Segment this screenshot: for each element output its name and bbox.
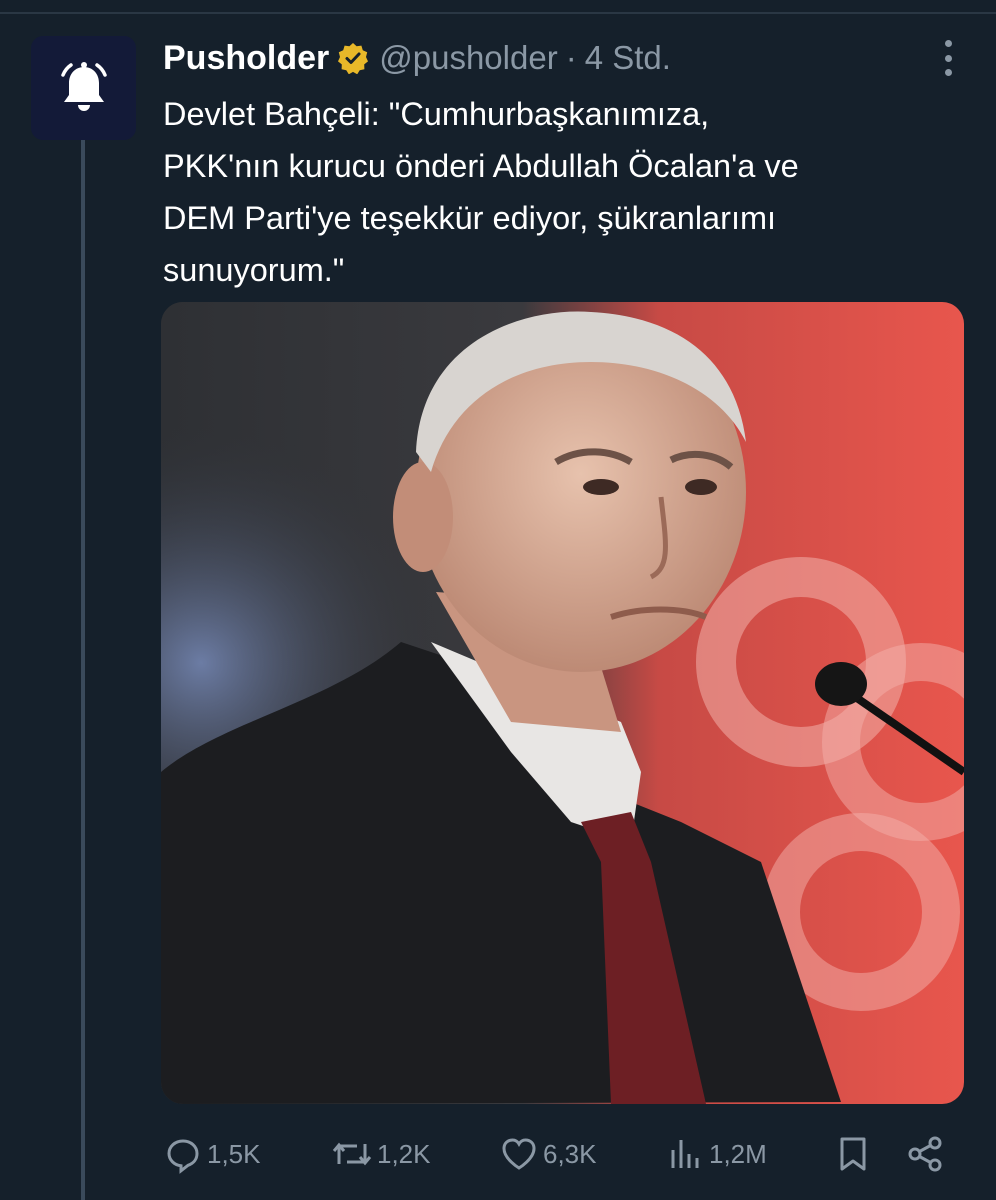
thread-line bbox=[81, 140, 85, 1200]
reply-count: 1,5K bbox=[207, 1138, 261, 1169]
separator-dot: · bbox=[565, 39, 577, 76]
views-button[interactable]: 1,2M bbox=[665, 1130, 767, 1178]
action-bar: 1,5K 1,2K 6,3K 1,2M bbox=[163, 1130, 953, 1178]
divider bbox=[0, 12, 996, 14]
verified-badge-icon bbox=[338, 43, 369, 74]
bookmark-button[interactable] bbox=[833, 1130, 877, 1178]
bell-icon bbox=[60, 62, 107, 111]
avatar[interactable] bbox=[31, 36, 136, 140]
repost-button[interactable]: 1,2K bbox=[331, 1130, 431, 1178]
author-name[interactable]: Pusholder bbox=[163, 39, 329, 78]
tweet-photo[interactable] bbox=[161, 302, 964, 1104]
like-button[interactable]: 6,3K bbox=[499, 1130, 597, 1178]
views-chart-icon bbox=[671, 1140, 699, 1168]
tweet-text-line: sunuyorum." bbox=[163, 252, 345, 288]
photo-portrait-illustration bbox=[161, 302, 964, 1104]
tweet-page: Pusholder @pusholder · 4 Std. Devlet Bah… bbox=[0, 0, 996, 1200]
share-button[interactable] bbox=[905, 1130, 949, 1178]
like-count: 6,3K bbox=[543, 1138, 597, 1169]
tweet-text: Devlet Bahçeli: "Cumhurbaşkanımıza, PKK'… bbox=[163, 88, 963, 296]
views-count: 1,2M bbox=[709, 1138, 767, 1169]
tweet-text-line: DEM Parti'ye teşekkür ediyor, şükranları… bbox=[163, 200, 777, 236]
reply-button[interactable]: 1,5K bbox=[163, 1130, 261, 1178]
bookmark-icon bbox=[840, 1137, 866, 1171]
more-options-icon[interactable] bbox=[942, 40, 954, 76]
tweet-text-line: Devlet Bahçeli: "Cumhurbaşkanımıza, bbox=[163, 96, 710, 132]
heart-icon bbox=[502, 1138, 536, 1170]
repost-icon bbox=[332, 1142, 372, 1166]
share-icon bbox=[908, 1136, 942, 1172]
repost-count: 1,2K bbox=[377, 1138, 431, 1169]
tweet-header: Pusholder @pusholder · 4 Std. bbox=[163, 30, 671, 86]
author-handle[interactable]: @pusholder bbox=[379, 39, 557, 77]
reply-icon bbox=[167, 1139, 199, 1174]
timestamp[interactable]: 4 Std. bbox=[585, 39, 671, 77]
tweet-text-line: PKK'nın kurucu önderi Abdullah Öcalan'a … bbox=[163, 148, 799, 184]
